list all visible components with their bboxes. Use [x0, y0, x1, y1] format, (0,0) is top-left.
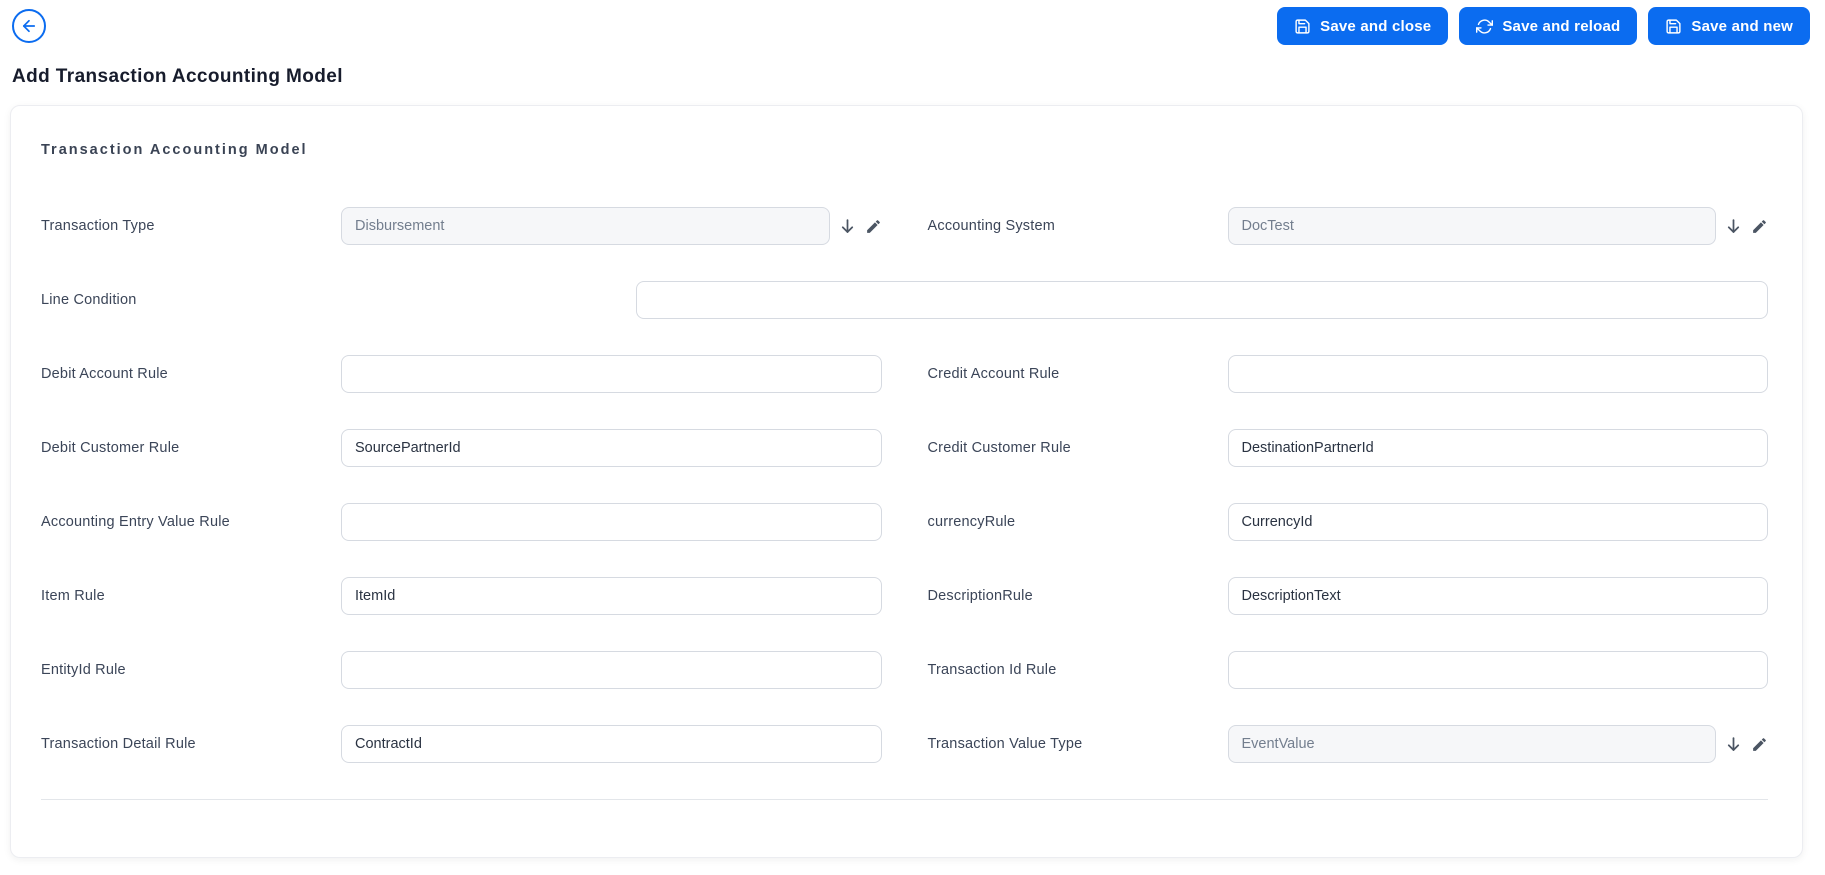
form-card: Transaction Accounting Model Transaction…	[10, 105, 1803, 858]
transaction-type-input[interactable]	[341, 207, 830, 245]
item-rule-input[interactable]	[341, 577, 882, 615]
accounting-entry-value-rule-input[interactable]	[341, 503, 882, 541]
save-and-reload-button[interactable]: Save and reload	[1459, 7, 1638, 45]
save-and-new-label: Save and new	[1691, 17, 1793, 35]
line-condition-input[interactable]	[636, 281, 1768, 319]
top-bar: Save and close Save and reload Save and …	[0, 0, 1825, 45]
form-row: Accounting Entry Value Rule currencyRule	[41, 503, 1768, 541]
save-and-reload-label: Save and reload	[1502, 17, 1621, 35]
field-label: Transaction Type	[41, 218, 155, 234]
field-label: DescriptionRule	[927, 588, 1033, 604]
accounting-system-input[interactable]	[1227, 207, 1716, 245]
edit-pencil-icon[interactable]	[1751, 218, 1768, 235]
currency-rule-input[interactable]	[1227, 503, 1768, 541]
transaction-value-type-input[interactable]	[1227, 725, 1716, 763]
transaction-id-rule-input[interactable]	[1227, 651, 1768, 689]
save-icon	[1665, 18, 1682, 35]
debit-account-rule-input[interactable]	[341, 355, 882, 393]
form-row: Transaction Detail Rule Transaction Valu…	[41, 725, 1768, 763]
entityid-rule-input[interactable]	[341, 651, 882, 689]
credit-customer-rule-input[interactable]	[1227, 429, 1768, 467]
transaction-detail-rule-input[interactable]	[341, 725, 882, 763]
field-label: Credit Customer Rule	[927, 440, 1071, 456]
save-and-new-button[interactable]: Save and new	[1648, 7, 1810, 45]
save-and-close-label: Save and close	[1320, 17, 1432, 35]
reload-icon	[1476, 18, 1494, 35]
field-label: Accounting System	[927, 218, 1056, 234]
field-label: Transaction Id Rule	[927, 662, 1057, 678]
field-label: Debit Account Rule	[41, 366, 168, 382]
field-label: Accounting Entry Value Rule	[41, 514, 230, 530]
field-label: Line Condition	[41, 292, 137, 308]
form-row: Transaction Type Accounting System	[41, 207, 1768, 245]
section-title: Transaction Accounting Model	[41, 142, 308, 158]
form-row: Item Rule DescriptionRule	[41, 577, 1768, 615]
field-label: Credit Account Rule	[927, 366, 1060, 382]
debit-customer-rule-input[interactable]	[341, 429, 882, 467]
page-title: Add Transaction Accounting Model	[12, 66, 343, 87]
field-label: EntityId Rule	[41, 662, 126, 678]
arrow-left-icon	[20, 17, 38, 35]
form-row: Line Condition	[41, 281, 1768, 319]
field-label: Debit Customer Rule	[41, 440, 180, 456]
save-icon	[1294, 18, 1311, 35]
edit-pencil-icon[interactable]	[865, 218, 882, 235]
field-label: Item Rule	[41, 588, 105, 604]
save-and-close-button[interactable]: Save and close	[1277, 7, 1449, 45]
form-row: Debit Account Rule Credit Account Rule	[41, 355, 1768, 393]
back-button[interactable]	[12, 9, 46, 43]
form-row: Debit Customer Rule Credit Customer Rule	[41, 429, 1768, 467]
arrow-down-icon[interactable]	[1724, 735, 1743, 754]
arrow-down-icon[interactable]	[838, 217, 857, 236]
field-label: Transaction Value Type	[927, 736, 1083, 752]
field-label: currencyRule	[927, 514, 1016, 530]
arrow-down-icon[interactable]	[1724, 217, 1743, 236]
credit-account-rule-input[interactable]	[1227, 355, 1768, 393]
field-label: Transaction Detail Rule	[41, 736, 196, 752]
edit-pencil-icon[interactable]	[1751, 736, 1768, 753]
save-button-group: Save and close Save and reload Save and …	[1277, 7, 1810, 45]
form-row: EntityId Rule Transaction Id Rule	[41, 651, 1768, 689]
description-rule-input[interactable]	[1227, 577, 1768, 615]
card-divider	[41, 799, 1768, 800]
